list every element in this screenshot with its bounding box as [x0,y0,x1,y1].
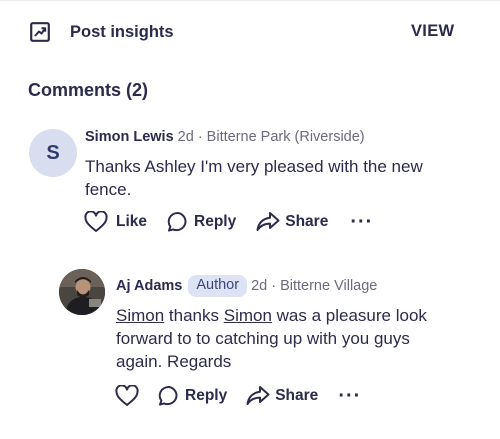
commenter-name[interactable]: Simon Lewis [85,129,174,145]
comment-meta: Aj Adams Author 2d · Bitterne Village [116,275,377,297]
avatar[interactable]: S [29,129,77,177]
top-divider [0,0,500,1]
share-label: Share [275,387,319,404]
avatar[interactable] [59,269,105,315]
reply-label: Reply [185,387,228,404]
mention-link[interactable]: Simon [224,306,272,325]
mention-link[interactable]: Simon [116,306,164,325]
comment-line: again. Regards [116,352,232,371]
comment-line: forward to to catching up with you guys [116,329,410,348]
share-arrow-icon [256,211,280,233]
share-button[interactable]: Share [256,211,328,233]
post-insights-row[interactable]: Post insights VIEW [0,14,500,50]
heart-icon [84,211,108,233]
heart-icon [115,385,139,407]
comment-actions: Reply Share ··· [115,382,361,410]
commenter-name[interactable]: Aj Adams [116,278,182,294]
like-button[interactable]: Like [84,211,147,233]
speech-bubble-icon [158,385,180,407]
comment-line: Thanks Ashley I'm very pleased with the … [85,157,423,176]
comments-heading: Comments (2) [28,80,149,100]
reply-button[interactable]: Reply [158,385,227,407]
share-arrow-icon [246,385,270,407]
reply-button[interactable]: Reply [167,211,236,233]
like-button[interactable] [115,385,139,407]
comment-text: thanks [164,306,224,325]
comment-text: was a pleasure look [271,306,427,325]
share-label: Share [285,213,329,230]
comment-time-location: 2d · Bitterne Village [251,277,378,294]
like-label: Like [116,213,148,230]
comment-line: fence. [85,180,132,199]
comment-body: Simon thanks Simon was a pleasure look f… [116,304,486,373]
view-insights-button[interactable]: VIEW [411,22,454,41]
comment-body: Thanks Ashley I'm very pleased with the … [85,155,485,201]
share-button[interactable]: Share [246,385,318,407]
comment-line: Simon thanks Simon was a pleasure look [116,304,486,327]
comment-actions: Like Reply Share ··· [84,208,373,236]
trend-chart-icon [30,22,50,42]
comment-time-location: 2d · Bitterne Park (Riverside) [173,129,365,145]
reply-label: Reply [194,213,237,230]
more-options-icon[interactable]: ··· [350,212,373,232]
comment-meta: Simon Lewis 2d · Bitterne Park (Riversid… [85,129,365,145]
author-badge: Author [188,275,248,297]
speech-bubble-icon [167,211,189,233]
profile-photo-icon [59,269,105,315]
post-insights-label: Post insights [70,23,174,41]
more-options-icon[interactable]: ··· [338,386,361,406]
